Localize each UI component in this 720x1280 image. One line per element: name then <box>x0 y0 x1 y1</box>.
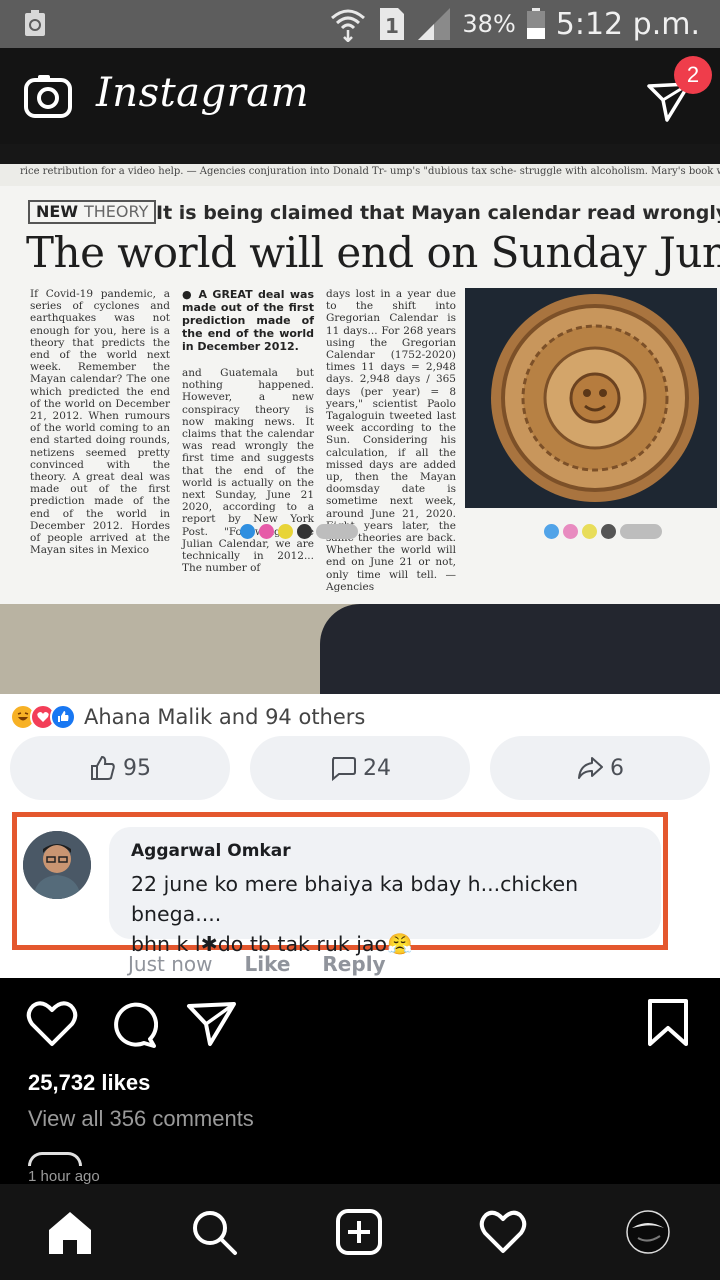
bottom-navigation <box>0 1184 720 1280</box>
comment-icon[interactable] <box>108 1000 158 1050</box>
post-actions <box>0 978 720 1068</box>
post-timestamp: 1 hour ago <box>28 1168 100 1185</box>
newspaper-top-strip: rice retribution for a video help. — Age… <box>0 164 720 186</box>
article-kicker: It is being claimed that Mayan calendar … <box>156 202 720 224</box>
comment-reply-link[interactable]: Reply <box>322 952 385 976</box>
app-header: Instagram 2 <box>0 48 720 144</box>
share-icon[interactable] <box>186 1000 238 1048</box>
thumbs-up-icon <box>91 755 115 780</box>
add-post-icon[interactable] <box>335 1208 383 1256</box>
profile-avatar[interactable] <box>624 1208 672 1256</box>
reactions-summary: Ahana Malik and 94 others <box>10 700 365 734</box>
commenter-avatar-partial <box>28 1152 82 1166</box>
bookmark-icon[interactable] <box>646 998 690 1048</box>
dm-notification-badge: 2 <box>674 56 712 94</box>
activity-heart-icon[interactable] <box>479 1208 527 1256</box>
fb-like-button[interactable]: 95 <box>10 736 230 800</box>
fb-share-button[interactable]: 6 <box>490 736 710 800</box>
reaction-names: Ahana Malik and 94 others <box>84 705 366 729</box>
view-all-comments-link[interactable]: View all 356 comments <box>28 1106 254 1132</box>
comment-bubble: Aggarwal Omkar 22 june ko mere bhaiya ka… <box>109 827 661 956</box>
instagram-logo: Instagram <box>96 70 310 116</box>
mayan-calendar-photo <box>465 288 717 508</box>
tag-new: NEW <box>36 202 78 221</box>
comment-like-link[interactable]: Like <box>244 952 290 976</box>
sim-card-icon: 1 <box>380 8 405 40</box>
tag-theory: THEORY <box>83 202 149 221</box>
svg-text:1: 1 <box>385 14 399 38</box>
fb-comment-count: 24 <box>363 755 391 781</box>
article-column-1: If Covid-19 pandemic, a series of cyclon… <box>30 288 170 557</box>
signal-icon <box>418 8 451 40</box>
status-bar: 1 38% 5:12 p.m. <box>0 0 720 48</box>
article-column-3: days lost in a year due to the shift int… <box>326 288 456 593</box>
like-reaction-icon <box>50 704 76 730</box>
wifi-icon <box>331 9 366 42</box>
search-icon[interactable] <box>190 1208 238 1256</box>
facebook-screenshot-card: Ahana Malik and 94 others 95 24 6 Aggarw… <box>0 694 720 978</box>
like-count[interactable]: 25,732 likes <box>28 1070 150 1096</box>
article-headline: The world will end on Sunday June 21 <box>26 228 720 277</box>
comment-text: 22 june ko mere bhaiya ka bday h...chick… <box>131 869 639 959</box>
speech-bubble-icon <box>332 757 356 782</box>
pull-quote: ● A GREAT deal was made out of the first… <box>182 288 314 353</box>
share-arrow-icon <box>578 757 603 779</box>
article-column-2-text: and Guatemala but nothing happened. Howe… <box>182 367 314 575</box>
clock: 5:12 p.m. <box>555 6 700 42</box>
fb-comment-button[interactable]: 24 <box>250 736 470 800</box>
comment-meta: Just now Like Reply <box>128 952 386 976</box>
comment-time: Just now <box>128 952 213 976</box>
camera-icon[interactable] <box>24 74 72 118</box>
highlighted-comment: Aggarwal Omkar 22 june ko mere bhaiya ka… <box>12 812 668 956</box>
comment-line-1: 22 june ko mere bhaiya ka bday h...chick… <box>131 872 579 926</box>
battery-icon <box>526 8 545 39</box>
comment-author[interactable]: Aggarwal Omkar <box>131 841 639 861</box>
newspaper-photo: rice retribution for a video help. — Age… <box>0 164 720 694</box>
post-image[interactable]: rice retribution for a video help. — Age… <box>0 144 720 978</box>
new-theory-tag: NEW THEORY <box>28 200 157 224</box>
commenter-avatar[interactable] <box>23 831 91 899</box>
heart-icon[interactable] <box>26 1000 78 1048</box>
print-registration-marks <box>240 524 358 539</box>
home-icon[interactable] <box>46 1208 94 1256</box>
dark-cloth <box>320 604 720 694</box>
fb-share-count: 6 <box>610 755 624 781</box>
recycle-notification-icon <box>25 10 45 36</box>
battery-percentage: 38% <box>462 10 516 38</box>
fb-like-count: 95 <box>123 755 151 781</box>
print-registration-marks-2 <box>544 524 662 539</box>
